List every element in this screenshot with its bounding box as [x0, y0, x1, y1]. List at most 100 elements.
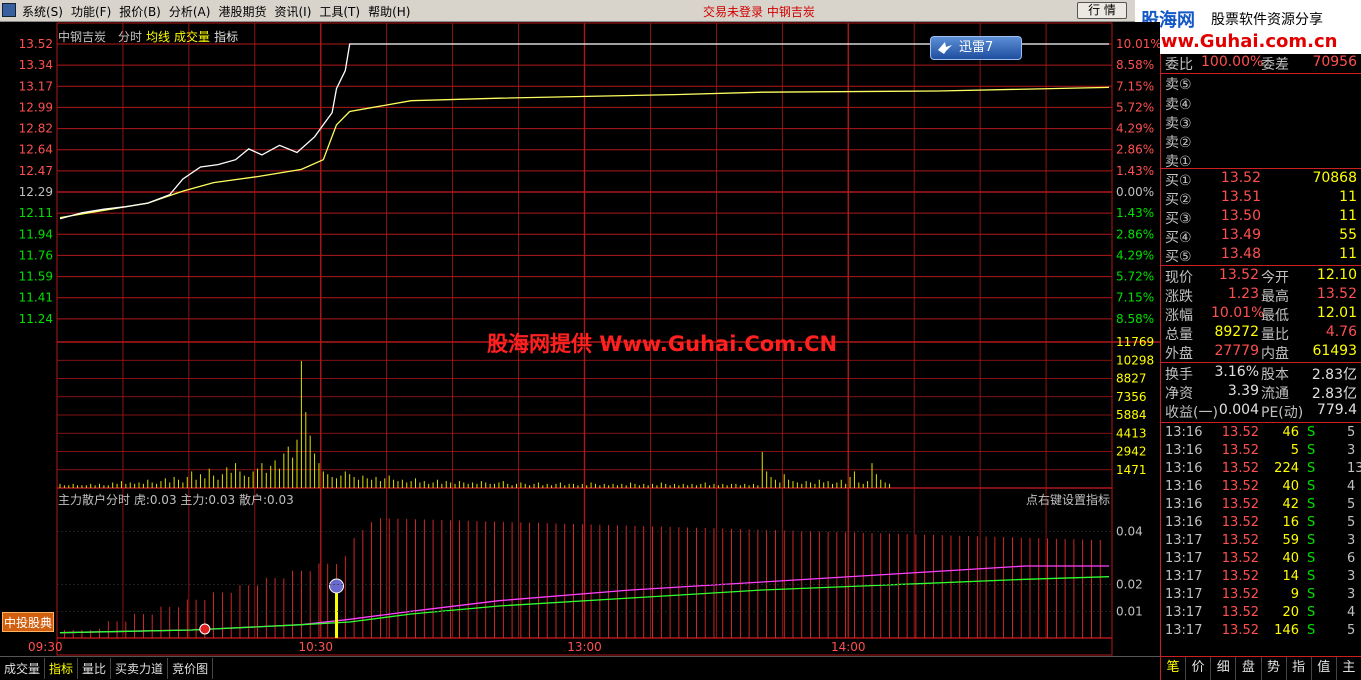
- tick-time: 13:17: [1165, 551, 1203, 566]
- bottom-tab-auction[interactable]: 竞价图: [168, 658, 214, 679]
- pct-tick-label: 2.86%: [1116, 227, 1154, 241]
- stat-row-volume: 总量 89272 量比 4.76: [1165, 324, 1357, 343]
- price-tick-label: 12.47: [19, 164, 53, 178]
- right-tab-1[interactable]: 价: [1186, 657, 1212, 680]
- price-tick-label: 11.76: [19, 248, 53, 262]
- pct-tick-label: 8.58%: [1116, 58, 1154, 72]
- indicator-tick-label: 0.01: [1116, 604, 1143, 618]
- menu-function[interactable]: 功能(F): [71, 3, 119, 20]
- bottom-tab-volume[interactable]: 成交量: [0, 658, 46, 679]
- right-tab-bar: 笔价细盘势指值主: [1161, 656, 1361, 680]
- bottom-tab-buy-sell-force[interactable]: 买卖力道: [111, 658, 169, 679]
- menu-info[interactable]: 资讯(I): [274, 3, 319, 20]
- tick-price: 13.52: [1221, 587, 1259, 602]
- tab-indicator[interactable]: 指标: [214, 28, 238, 45]
- sell3-row: 卖③: [1165, 116, 1192, 132]
- tick-price: 13.52: [1221, 569, 1259, 584]
- indicator-hint: 点右键设置指标: [1026, 493, 1111, 507]
- order-ratio-row: 委比 100.00% 委差 70956: [1161, 54, 1361, 73]
- xunlei-label: 迅雷7: [959, 40, 994, 55]
- tick-price: 13.52: [1221, 461, 1259, 476]
- alert-marker-icon: [199, 623, 211, 635]
- tick-time: 13:16: [1165, 479, 1203, 494]
- volume-tick-label: 1471: [1116, 463, 1147, 477]
- price-tick-label: 13.17: [19, 79, 53, 93]
- bottom-tab-volume-ratio[interactable]: 量比: [78, 658, 112, 679]
- chart-panel[interactable]: 13.52 13.34 13.17 12.99 12.82 12.64 12.47 12.29…: [0, 22, 1160, 656]
- right-tab-7[interactable]: 主: [1337, 657, 1361, 680]
- tick-dir: S: [1307, 533, 1316, 548]
- tick-n: 3: [1347, 587, 1356, 602]
- tick-n: 13: [1347, 461, 1361, 476]
- price-tick-label: 11.59: [19, 270, 53, 284]
- volume-tick-label: 5884: [1116, 408, 1147, 422]
- tick-time: 13:17: [1165, 605, 1203, 620]
- buy5-row: 买⑤ 13.48 11: [1165, 246, 1357, 265]
- quote-button[interactable]: 行 情: [1077, 2, 1127, 19]
- time-tick-label: 14:00: [831, 640, 866, 654]
- tick-row: 13:17 13.52 9 S 3: [1161, 587, 1361, 606]
- ratio-label: 委比: [1165, 57, 1193, 73]
- tick-n: 3: [1347, 569, 1356, 584]
- tick-dir: S: [1307, 515, 1316, 530]
- bottom-tab-indicator[interactable]: 指标: [45, 658, 79, 679]
- right-tab-6[interactable]: 值: [1312, 657, 1337, 680]
- diff-label: 委差: [1261, 57, 1289, 73]
- tick-vol: 224: [1274, 461, 1299, 476]
- tab-average[interactable]: 均线: [146, 28, 170, 45]
- tick-price: 13.52: [1221, 623, 1259, 638]
- pct-tick-label: 10.01%: [1116, 37, 1160, 51]
- app-logo-icon: [2, 3, 16, 17]
- pct-tick-label: 5.72%: [1116, 100, 1154, 114]
- tick-time: 13:17: [1165, 533, 1203, 548]
- broker-badge[interactable]: 中投股典: [2, 612, 54, 632]
- tick-vol: 146: [1274, 623, 1299, 638]
- tick-vol: 40: [1282, 551, 1299, 566]
- menu-system[interactable]: 系统(S): [22, 3, 71, 20]
- tick-n: 4: [1347, 479, 1356, 494]
- menu-analysis[interactable]: 分析(A): [169, 3, 219, 20]
- price-tick-label: 12.99: [19, 100, 53, 114]
- price-tick-label: 12.64: [19, 143, 53, 157]
- tick-time: 13:16: [1165, 425, 1203, 440]
- tick-price: 13.52: [1221, 497, 1259, 512]
- menu-quote[interactable]: 报价(B): [119, 3, 169, 20]
- xunlei-badge[interactable]: 迅雷7: [930, 36, 1022, 60]
- tick-dir: S: [1307, 605, 1316, 620]
- pct-tick-label: 2.86%: [1116, 143, 1154, 157]
- buy2-row: 买② 13.51 11: [1165, 189, 1357, 208]
- right-tab-3[interactable]: 盘: [1236, 657, 1262, 680]
- stat-row-price: 现价 13.52 今开 12.10: [1165, 267, 1357, 286]
- tick-n: 6: [1347, 551, 1356, 566]
- right-tab-2[interactable]: 细: [1211, 657, 1237, 680]
- menu-hk-futures[interactable]: 港股期货: [218, 3, 274, 20]
- sell5-row: 卖⑤: [1165, 77, 1192, 93]
- tick-row: 13:17 13.52 14 S 3: [1161, 569, 1361, 588]
- tick-row: 13:16 13.52 46 S 5: [1161, 425, 1361, 444]
- tick-dir: S: [1307, 461, 1316, 476]
- tick-price: 13.52: [1221, 515, 1259, 530]
- tick-row: 13:16 13.52 224 S 13: [1161, 461, 1361, 480]
- diff-value: 70956: [1312, 54, 1357, 70]
- tick-row: 13:17 13.52 40 S 6: [1161, 551, 1361, 570]
- tick-row: 13:16 13.52 40 S 4: [1161, 479, 1361, 498]
- tick-price: 13.52: [1221, 479, 1259, 494]
- buy4-row: 买④ 13.49 55: [1165, 227, 1357, 246]
- tick-row: 13:16 13.52 5 S 3: [1161, 443, 1361, 462]
- indicator-header: 主力散户分时 虎:0.03 主力:0.03 散户:0.03: [58, 493, 294, 507]
- tab-timeshare[interactable]: 分时: [118, 28, 142, 45]
- menu-help[interactable]: 帮助(H): [368, 3, 418, 20]
- ratio-value: 100.00%: [1201, 54, 1264, 70]
- right-tab-4[interactable]: 势: [1262, 657, 1287, 680]
- right-tab-0[interactable]: 笔: [1161, 657, 1187, 680]
- right-tab-5[interactable]: 指: [1287, 657, 1312, 680]
- tick-dir: S: [1307, 425, 1316, 440]
- bottom-tab-bar: 成交量 指标 量比 买卖力道 竞价图: [0, 656, 1160, 680]
- price-tick-label: 11.24: [19, 312, 53, 326]
- pct-tick-label: 0.00%: [1116, 185, 1154, 199]
- menu-tools[interactable]: 工具(T): [319, 3, 368, 20]
- tick-time: 13:17: [1165, 587, 1203, 602]
- volume-tick-label: 2942: [1116, 445, 1147, 459]
- tick-vol: 16: [1282, 515, 1299, 530]
- tab-volume[interactable]: 成交量: [174, 28, 210, 45]
